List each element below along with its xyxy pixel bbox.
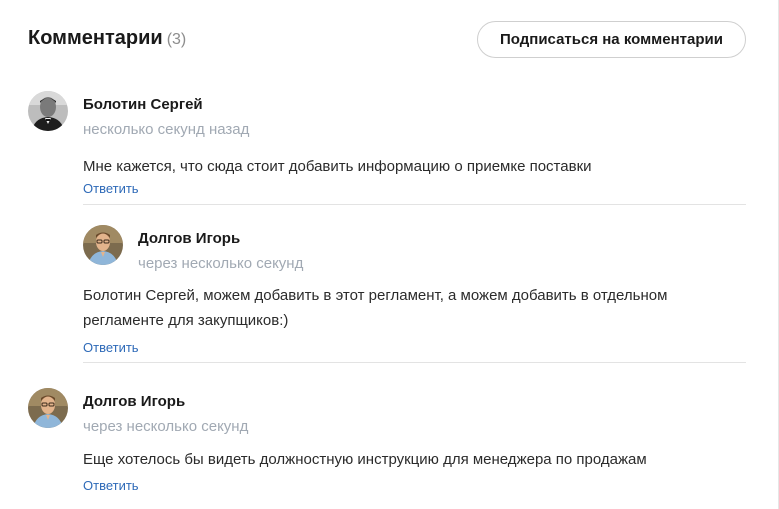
comment-time: несколько секунд назад bbox=[83, 121, 250, 138]
reply-link[interactable]: Ответить bbox=[83, 478, 139, 493]
comment-item: Болотин Сергей несколько секунд назад Мн… bbox=[28, 91, 746, 201]
comment-text: Еще хотелось бы видеть должностную инстр… bbox=[83, 451, 647, 468]
comment-author[interactable]: Долгов Игорь bbox=[83, 393, 185, 410]
reply-link[interactable]: Ответить bbox=[83, 340, 139, 355]
comment-text: Мне кажется, что сюда стоит добавить инф… bbox=[83, 158, 592, 175]
reply-link[interactable]: Ответить bbox=[83, 181, 139, 196]
comment-reply-item: Долгов Игорь через несколько секунд Боло… bbox=[83, 225, 746, 360]
user-photo-icon bbox=[83, 225, 123, 265]
comment-author[interactable]: Долгов Игорь bbox=[138, 230, 240, 247]
comment-item: Долгов Игорь через несколько секунд Еще … bbox=[28, 388, 746, 498]
comment-text: Болотин Сергей, можем добавить в этот ре… bbox=[83, 287, 668, 329]
comments-header: Комментарии (3) Подписаться на комментари… bbox=[28, 21, 746, 58]
comment-time: через несколько секунд bbox=[138, 255, 304, 272]
comments-count: (3) bbox=[166, 31, 187, 48]
comment-author[interactable]: Болотин Сергей bbox=[83, 96, 203, 113]
comment-time: через несколько секунд bbox=[83, 418, 249, 435]
user-photo-icon bbox=[28, 388, 68, 428]
comment-divider bbox=[83, 204, 746, 205]
user-avatar-dolgov[interactable] bbox=[83, 225, 123, 265]
comments-title-text: Комментарии bbox=[28, 27, 163, 49]
comments-panel: Комментарии (3) Подписаться на комментари… bbox=[0, 0, 779, 509]
user-photo-icon bbox=[28, 91, 68, 131]
comment-divider bbox=[83, 362, 746, 363]
subscribe-comments-button[interactable]: Подписаться на комментарии bbox=[477, 21, 746, 58]
user-avatar-dolgov[interactable] bbox=[28, 388, 68, 428]
comments-title: Комментарии (3) bbox=[28, 27, 186, 50]
user-avatar-bolotin[interactable] bbox=[28, 91, 68, 131]
